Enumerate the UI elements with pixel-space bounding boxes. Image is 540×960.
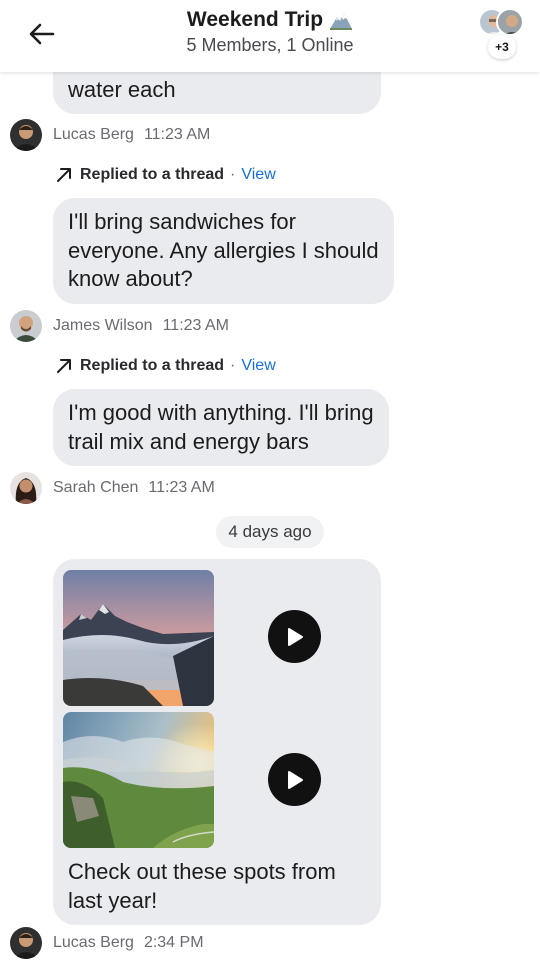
arrow-up-right-icon [56,167,72,183]
message-meta: Lucas Berg 11:23 AM [10,117,210,153]
video-thumbnail[interactable] [63,712,214,848]
message-time: 11:23 AM [148,479,215,496]
message-text-line: water each [68,77,176,102]
message-text-line: know about? [68,266,193,291]
avatar [496,8,524,36]
message-time: 11:23 AM [143,126,211,143]
play-icon [287,770,303,789]
caption-line: Check out these spots from [68,859,336,884]
message-text-line: trail mix and energy bars [68,428,309,454]
media-message-bubble[interactable]: Check out these spots from last year! [53,559,381,925]
chat-title: Weekend Trip [186,8,324,31]
play-icon [287,627,303,646]
sender-name: Sarah Chen [53,479,139,496]
caption-line: last year! [68,888,158,913]
message-meta: Lucas Berg 2:34 PM [10,925,204,960]
thread-reply-indicator: Replied to a thread · View [56,163,276,187]
sender-name: Lucas Berg [53,934,134,951]
view-thread-link[interactable]: View [241,166,275,184]
green-cliffs-image [63,712,214,848]
play-button[interactable] [268,753,321,806]
media-caption: Check out these spots from last year! [68,857,336,915]
reply-label: Replied to a thread [80,357,225,374]
chat-title-area[interactable]: Weekend Trip 5 Members, 1 Online [0,8,540,56]
message-meta: James Wilson 11:23 AM [10,308,229,344]
message-text-line: I'm good with anything. I'll bring [68,400,374,425]
sender-name: James Wilson [53,317,153,334]
message-time: 2:34 PM [143,934,204,951]
avatar[interactable] [10,927,42,959]
more-members-badge: +3 [488,35,516,59]
reply-label: Replied to a thread [80,166,225,183]
thread-reply-indicator: Replied to a thread · View [56,354,276,378]
message-text-line: everyone. Any allergies I should [68,237,379,263]
avatar[interactable] [10,310,42,342]
member-avatars[interactable]: +3 [478,8,528,64]
message-text-line: I'll bring sandwiches for [68,209,296,234]
message-bubble[interactable]: I'm good with anything. I'll bring trail… [53,389,389,466]
date-divider: 4 days ago [216,516,324,548]
mountain-icon [330,13,353,30]
avatar[interactable] [10,472,42,504]
message-bubble[interactable]: I'll bring sandwiches for everyone. Any … [53,198,394,304]
message-meta: Sarah Chen 11:23 AM [10,470,215,506]
video-thumbnail[interactable] [63,570,214,706]
arrow-up-right-icon [56,358,72,374]
chat-header: Weekend Trip 5 Members, 1 Online +3 [0,0,540,72]
play-button[interactable] [268,610,321,663]
chat-subtitle: 5 Members, 1 Online [186,35,354,55]
avatar[interactable] [10,119,42,151]
view-thread-link[interactable]: View [241,357,275,375]
sender-name: Lucas Berg [53,126,134,143]
message-time: 11:23 AM [162,317,229,334]
mountain-sunset-image [63,570,214,706]
